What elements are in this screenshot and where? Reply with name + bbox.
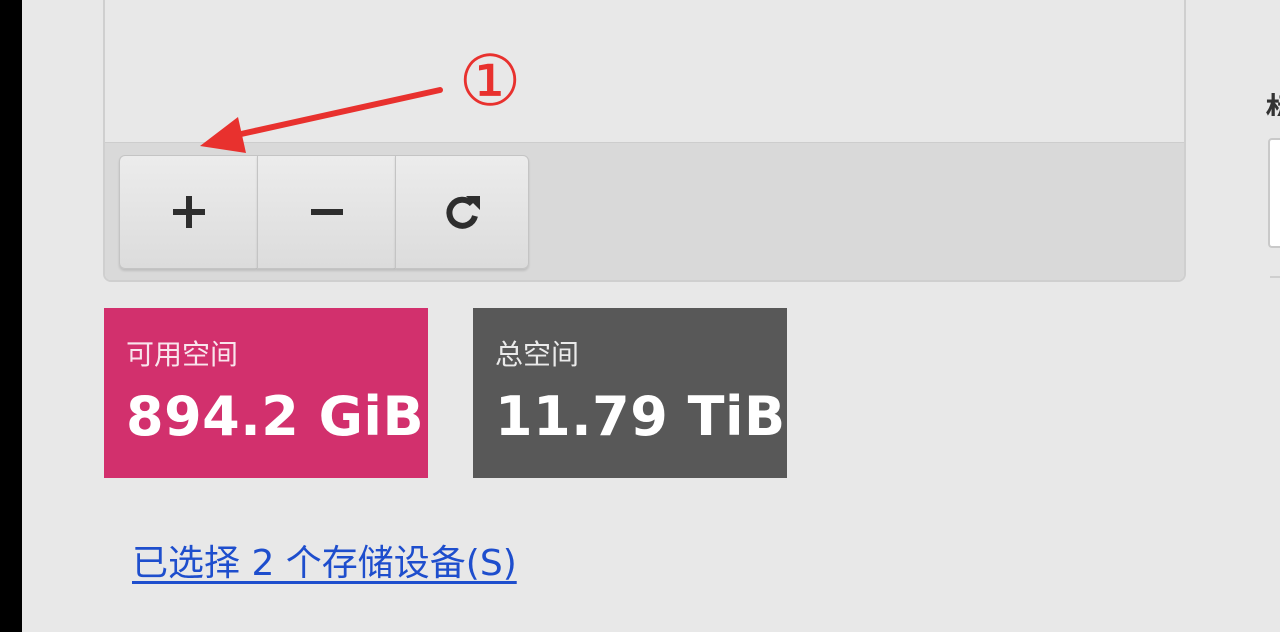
annotation-arrow bbox=[200, 87, 443, 153]
annotation-step-number: ① bbox=[458, 40, 522, 122]
